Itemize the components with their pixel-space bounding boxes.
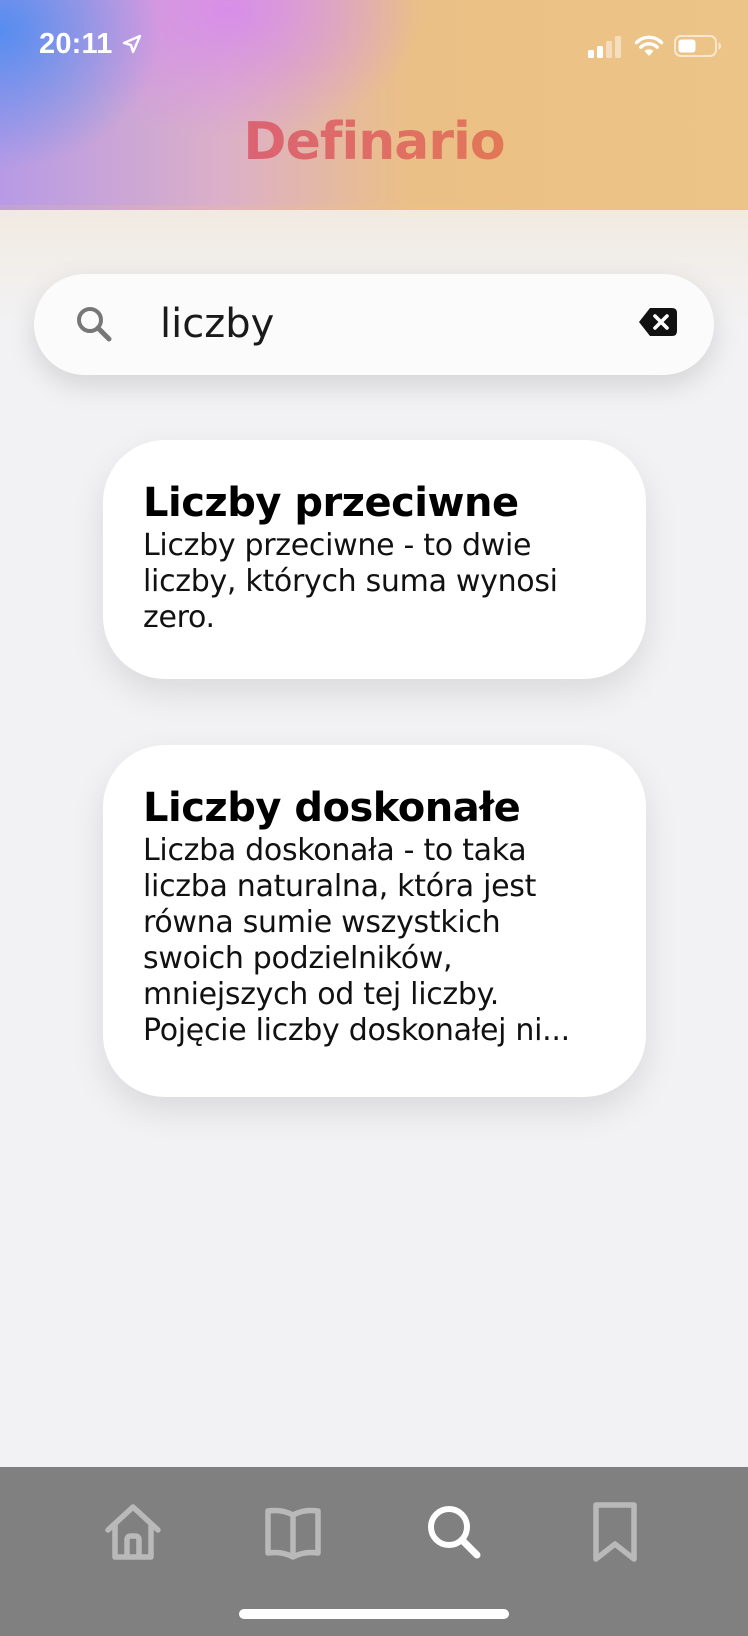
result-card[interactable]: Liczby przeciwne Liczby przeciwne - to d…: [103, 440, 646, 679]
location-arrow-icon: [122, 34, 142, 54]
result-card[interactable]: Liczby doskonałe Liczba doskonała - to t…: [103, 745, 646, 1097]
clear-icon[interactable]: [638, 307, 678, 337]
wifi-icon: [634, 35, 664, 56]
definition-text-truncated: Pojęcie liczby doskonałej ni...: [143, 1013, 570, 1048]
home-icon: [105, 1504, 161, 1560]
tab-dictionary[interactable]: [258, 1497, 328, 1567]
result-definition: Liczba doskonała - to taka liczba natura…: [143, 833, 606, 1051]
home-indicator[interactable]: [239, 1609, 509, 1619]
bookmark-icon: [593, 1502, 637, 1562]
book-icon: [265, 1507, 321, 1560]
tab-bookmarks[interactable]: [580, 1497, 650, 1567]
result-definition: Liczby przeciwne - to dwie liczby, który…: [143, 528, 558, 635]
signal-icon: [588, 36, 621, 58]
tab-home[interactable]: [98, 1497, 168, 1567]
status-time: 20:11: [39, 28, 113, 60]
definition-text: Liczba doskonała - to taka liczba natura…: [143, 833, 537, 1012]
result-title: Liczby doskonałe: [143, 785, 521, 831]
search-input[interactable]: [160, 292, 630, 356]
result-title: Liczby przeciwne: [143, 480, 519, 526]
app-screen: 20:11 Definario Liczby przeciwne Licz: [0, 0, 748, 1636]
search-icon: [428, 1506, 481, 1559]
tab-search[interactable]: [419, 1497, 489, 1567]
search-icon: [77, 307, 112, 342]
battery-icon: [674, 35, 721, 57]
search-bar[interactable]: [34, 274, 714, 375]
app-title: Definario: [0, 112, 748, 172]
